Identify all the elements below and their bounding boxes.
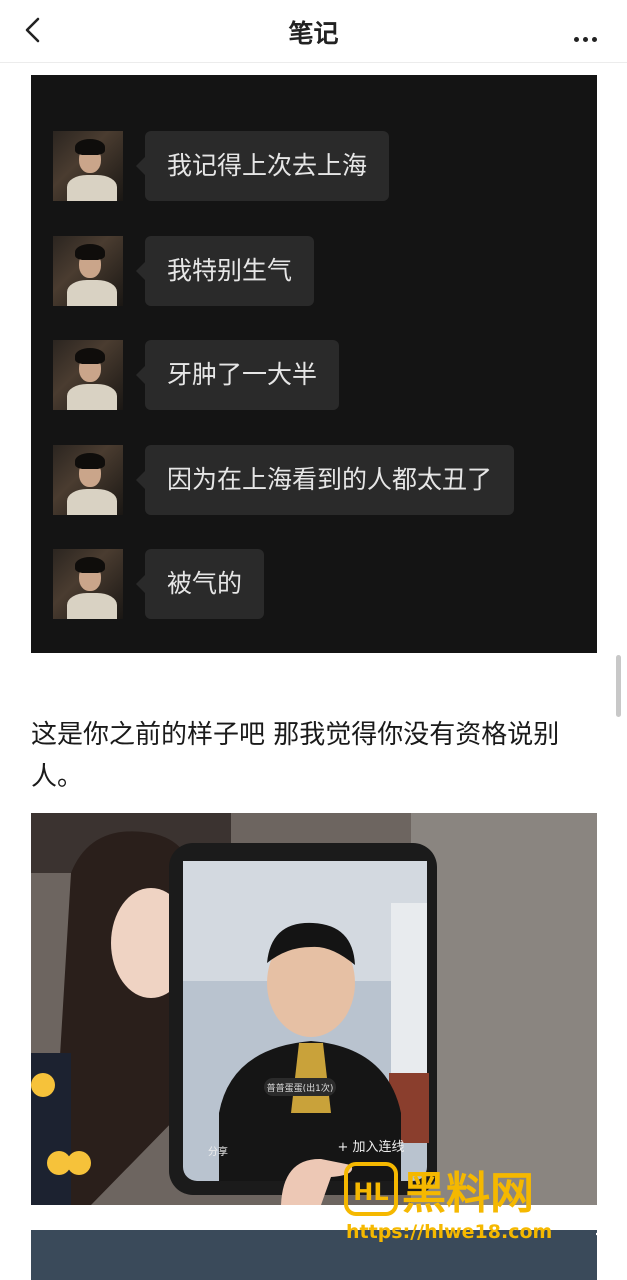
post-caption: 这是你之前的样子吧 那我觉得你没有资格说别人。	[31, 720, 560, 792]
chat-screenshot-image: 我记得上次去上海 我特别生气 牙肿了一大半 因为在上海看到的人都太丑了 被气的	[31, 75, 597, 653]
chat-bubble: 我记得上次去上海	[135, 131, 390, 201]
top-nav-bar: 笔记	[0, 0, 627, 63]
avatar	[53, 131, 123, 201]
tablet-pill-text: 普普蛋蛋(出1次)	[267, 1082, 334, 1094]
photo-illustration: 普普蛋蛋(出1次) 分享 + 加入连线	[31, 813, 597, 1205]
post-photo[interactable]: 普普蛋蛋(出1次) 分享 + 加入连线	[31, 813, 597, 1205]
chat-bubble: 我特别生气	[135, 236, 315, 306]
collapse-icon[interactable]	[592, 1220, 622, 1250]
watermark-logo: HL 黑料网 https://hlwe18.com	[344, 1162, 552, 1243]
avatar	[53, 236, 123, 306]
avatar	[53, 445, 123, 515]
avatar	[53, 340, 123, 410]
svg-text:HL: HL	[353, 1178, 388, 1206]
watermark-brand: 黑料网	[402, 1168, 534, 1219]
scrollbar[interactable]	[616, 655, 621, 717]
chat-message: 被气的	[53, 549, 593, 619]
chat-message: 牙肿了一大半	[53, 340, 593, 410]
chat-message: 我记得上次去上海	[53, 131, 593, 201]
page-title: 笔记	[288, 19, 339, 48]
tablet-action-text: + 加入连线	[337, 1139, 404, 1155]
tablet-share-text: 分享	[208, 1145, 228, 1158]
chat-message: 因为在上海看到的人都太丑了	[53, 445, 593, 515]
chat-bubble: 被气的	[135, 549, 265, 619]
chat-message: 我特别生气	[53, 236, 593, 306]
watermark-url: https://hlwe18.com	[346, 1221, 552, 1243]
avatar	[53, 549, 123, 619]
chat-bubble: 因为在上海看到的人都太丑了	[135, 445, 515, 515]
chat-bubble: 牙肿了一大半	[135, 340, 340, 410]
more-options-icon[interactable]	[574, 27, 608, 42]
